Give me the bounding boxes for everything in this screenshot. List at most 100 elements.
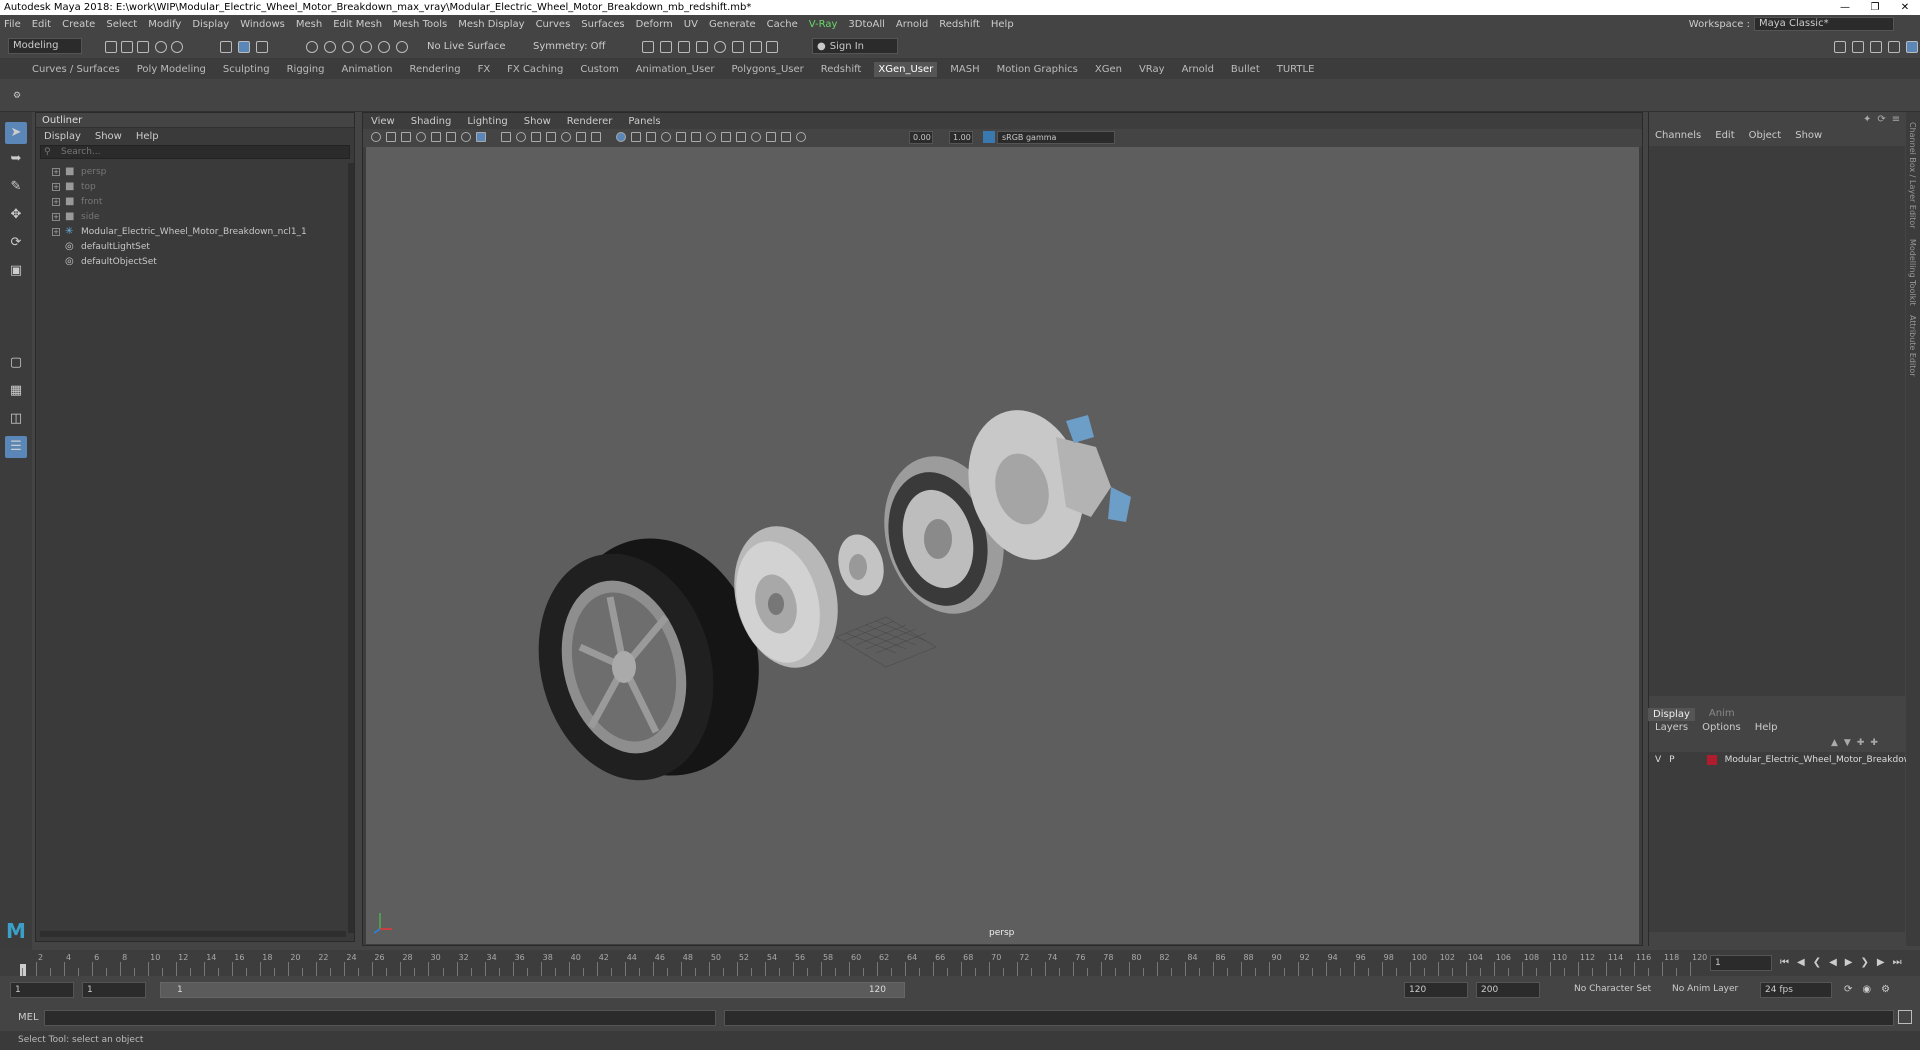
command-language-label[interactable]: MEL bbox=[18, 1012, 39, 1023]
ambient-occlusion-icon[interactable] bbox=[691, 132, 701, 142]
shelf-tab-mash[interactable]: MASH bbox=[950, 64, 979, 75]
viewport-menu-shading[interactable]: Shading bbox=[411, 116, 452, 127]
snap-curve-icon[interactable] bbox=[324, 41, 336, 53]
default-material-icon[interactable] bbox=[631, 132, 641, 142]
layer-tab-anim[interactable]: Anim bbox=[1709, 708, 1735, 721]
single-view-icon[interactable]: ▢ bbox=[5, 352, 27, 374]
play-forward-icon[interactable]: ▶ bbox=[1845, 957, 1853, 968]
scene-end-field[interactable]: 200 bbox=[1476, 982, 1540, 998]
outliner-item[interactable]: + ■ persp bbox=[36, 164, 346, 179]
current-frame-field[interactable]: 1 bbox=[1710, 955, 1772, 971]
shelf-tab-animation-user[interactable]: Animation_User bbox=[636, 64, 715, 75]
outliner-menu-help[interactable]: Help bbox=[136, 131, 159, 142]
outliner-item[interactable]: + ■ top bbox=[36, 179, 346, 194]
hypershade-icon[interactable] bbox=[714, 41, 726, 53]
channel-box-menu-object[interactable]: Object bbox=[1749, 130, 1782, 141]
xray-components-icon[interactable] bbox=[781, 132, 791, 142]
playback-start-field[interactable]: 1 bbox=[82, 982, 146, 998]
expand-icon[interactable]: + bbox=[52, 167, 60, 176]
color-space-dropdown[interactable]: sRGB gamma bbox=[997, 131, 1115, 144]
isolate-select-icon[interactable] bbox=[736, 132, 746, 142]
outliner-item[interactable]: + ■ front bbox=[36, 194, 346, 209]
channel-box-icon[interactable] bbox=[1906, 41, 1918, 53]
playback-end-field[interactable]: 120 bbox=[1404, 982, 1468, 998]
shelf-tab-curves-surfaces[interactable]: Curves / Surfaces bbox=[32, 64, 120, 75]
safe-action-icon[interactable] bbox=[561, 132, 571, 142]
xray-joints-icon[interactable] bbox=[766, 132, 776, 142]
scale-tool-icon[interactable]: ▣ bbox=[5, 260, 27, 282]
go-to-start-icon[interactable]: ⏮ bbox=[1780, 957, 1789, 968]
snap-point-icon[interactable] bbox=[342, 41, 354, 53]
shelf-tab-arnold[interactable]: Arnold bbox=[1182, 64, 1214, 75]
menu-redshift[interactable]: Redshift bbox=[939, 19, 980, 30]
current-time-marker[interactable] bbox=[20, 964, 26, 976]
channel-box-menu-edit[interactable]: Edit bbox=[1715, 130, 1734, 141]
two-view-icon[interactable]: ◫ bbox=[5, 408, 27, 430]
use-all-lights-icon[interactable] bbox=[661, 132, 671, 142]
lasso-tool-icon[interactable]: ➥ bbox=[5, 148, 27, 170]
auto-key-icon[interactable]: ◉ bbox=[1862, 984, 1871, 995]
new-scene-icon[interactable] bbox=[105, 41, 117, 53]
film-gate-icon[interactable] bbox=[501, 132, 511, 142]
menu-cache[interactable]: Cache bbox=[767, 19, 798, 30]
shelf-tab-custom[interactable]: Custom bbox=[580, 64, 618, 75]
step-forward-key-icon[interactable]: ▶ bbox=[1877, 957, 1885, 968]
wireframe-icon[interactable] bbox=[591, 132, 601, 142]
layer-playback-toggle[interactable]: P bbox=[1669, 755, 1674, 765]
outliner-layout-icon[interactable]: ☰ bbox=[5, 436, 27, 458]
new-layer-selected-icon[interactable]: ✚ bbox=[1870, 738, 1878, 748]
move-layer-up-icon[interactable]: ▲ bbox=[1831, 738, 1838, 748]
script-editor-icon[interactable] bbox=[1898, 1010, 1912, 1024]
lock-camera-icon[interactable] bbox=[386, 132, 396, 142]
layer-name[interactable]: Modular_Electric_Wheel_Motor_Breakdown bbox=[1725, 755, 1917, 765]
select-component-icon[interactable] bbox=[256, 41, 268, 53]
layer-menu-help[interactable]: Help bbox=[1755, 722, 1778, 733]
move-tool-icon[interactable]: ✥ bbox=[5, 204, 27, 226]
anim-layer-dropdown[interactable]: No Anim Layer bbox=[1672, 984, 1738, 994]
image-plane-icon[interactable] bbox=[431, 132, 441, 142]
menu-arnold[interactable]: Arnold bbox=[896, 19, 928, 30]
layer-menu-layers[interactable]: Layers bbox=[1655, 722, 1688, 733]
xray-icon[interactable] bbox=[751, 132, 761, 142]
anti-aliasing-icon[interactable] bbox=[721, 132, 731, 142]
pause-icon[interactable] bbox=[766, 41, 778, 53]
tool-settings-icon[interactable] bbox=[1888, 41, 1900, 53]
command-input[interactable] bbox=[44, 1010, 716, 1026]
menu-modify[interactable]: Modify bbox=[148, 19, 181, 30]
shelf-tab-poly-modeling[interactable]: Poly Modeling bbox=[137, 64, 206, 75]
menu-select[interactable]: Select bbox=[106, 19, 137, 30]
loop-icon[interactable]: ⟳ bbox=[1844, 984, 1852, 995]
step-forward-frame-icon[interactable]: ❯ bbox=[1861, 957, 1869, 968]
time-slider[interactable]: 1 ⏮ ◀ ❮ ◀ ▶ ❯ ▶ ⏭ 2 4 6 8 10 12 14 16 18 20 22 24 26… bbox=[0, 950, 1920, 976]
construction-history-icon[interactable] bbox=[642, 41, 654, 53]
shelf-tab-animation[interactable]: Animation bbox=[342, 64, 393, 75]
outliner-item[interactable]: + ✳ Modular_Electric_Wheel_Motor_Breakdown… bbox=[36, 224, 346, 239]
outliner-item[interactable]: +◎defaultObjectSet bbox=[36, 254, 346, 269]
color-management-icon[interactable] bbox=[983, 131, 995, 143]
undo-icon[interactable] bbox=[155, 41, 167, 53]
attribute-editor-icon[interactable] bbox=[1870, 41, 1882, 53]
menu-deform[interactable]: Deform bbox=[636, 19, 673, 30]
shelf-tab-polygons-user[interactable]: Polygons_User bbox=[731, 64, 803, 75]
render-view-icon[interactable] bbox=[732, 41, 744, 53]
pin-icon[interactable]: ✦ bbox=[1863, 114, 1871, 125]
layer-menu-options[interactable]: Options bbox=[1702, 722, 1741, 733]
select-hierarchy-icon[interactable] bbox=[220, 41, 232, 53]
menu-uv[interactable]: UV bbox=[684, 19, 698, 30]
menu-3dtoall[interactable]: 3DtoAll bbox=[848, 19, 885, 30]
workspace-dropdown[interactable]: Maya Classic* bbox=[1754, 17, 1894, 31]
outliner-item[interactable]: + ■ side bbox=[36, 209, 346, 224]
menu-help[interactable]: Help bbox=[991, 19, 1014, 30]
outliner-scrollbar[interactable] bbox=[348, 163, 354, 933]
anim-prefs-icon[interactable]: ⚙ bbox=[1881, 984, 1890, 995]
expand-icon[interactable]: + bbox=[52, 197, 60, 206]
layer-visibility-toggle[interactable]: V bbox=[1655, 755, 1661, 765]
menu-v-ray[interactable]: V-Ray bbox=[809, 19, 838, 30]
vray-render-icon[interactable] bbox=[750, 41, 762, 53]
menu-mesh-tools[interactable]: Mesh Tools bbox=[393, 19, 447, 30]
bookmarks-icon[interactable] bbox=[416, 132, 426, 142]
shelf-tab-fx-caching[interactable]: FX Caching bbox=[507, 64, 563, 75]
outliner-menu-display[interactable]: Display bbox=[44, 131, 81, 142]
rotate-tool-icon[interactable]: ⟳ bbox=[5, 232, 27, 254]
ipr-render-icon[interactable] bbox=[678, 41, 690, 53]
